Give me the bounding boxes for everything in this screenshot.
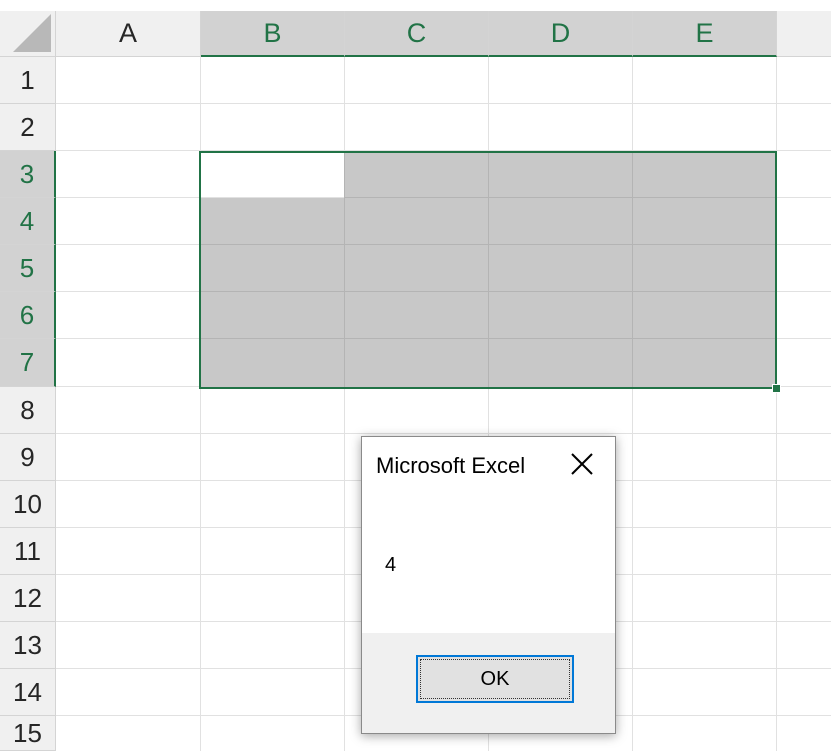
row-header-3[interactable]: 3 [0, 151, 56, 198]
row-header-5[interactable]: 5 [0, 245, 56, 292]
fill-handle[interactable] [772, 384, 781, 393]
dialog-footer: OK [362, 633, 615, 733]
column-header-b[interactable]: B [201, 11, 345, 57]
selection-border [199, 151, 777, 389]
column-header-d[interactable]: D [489, 11, 633, 57]
ok-button[interactable]: OK [416, 655, 574, 703]
select-all-triangle-icon[interactable] [13, 14, 51, 52]
row-header-13[interactable]: 13 [0, 622, 56, 669]
row-header-7[interactable]: 7 [0, 339, 56, 387]
dialog-title: Microsoft Excel [376, 453, 526, 478]
select-all-corner[interactable] [0, 11, 56, 57]
row-header-4[interactable]: 4 [0, 198, 56, 245]
column-header-e[interactable]: E [633, 11, 777, 57]
row-header-1[interactable]: 1 [0, 57, 56, 104]
row-header-15[interactable]: 15 [0, 716, 56, 751]
row-header-9[interactable]: 9 [0, 434, 56, 481]
dialog-message: 4 [385, 554, 397, 576]
message-box-dialog: Microsoft Excel 4 OK [361, 436, 616, 734]
row-header-2[interactable]: 2 [0, 104, 56, 151]
row-header-8[interactable]: 8 [0, 387, 56, 434]
column-header-a[interactable]: A [56, 11, 201, 57]
row-header-11[interactable]: 11 [0, 528, 56, 575]
close-icon[interactable] [569, 451, 595, 477]
row-header-12[interactable]: 12 [0, 575, 56, 622]
row-header-14[interactable]: 14 [0, 669, 56, 716]
focus-rectangle [420, 659, 570, 699]
row-header-10[interactable]: 10 [0, 481, 56, 528]
column-header-c[interactable]: C [345, 11, 489, 57]
column-header-f-partial[interactable] [777, 11, 831, 57]
row-header-6[interactable]: 6 [0, 292, 56, 339]
